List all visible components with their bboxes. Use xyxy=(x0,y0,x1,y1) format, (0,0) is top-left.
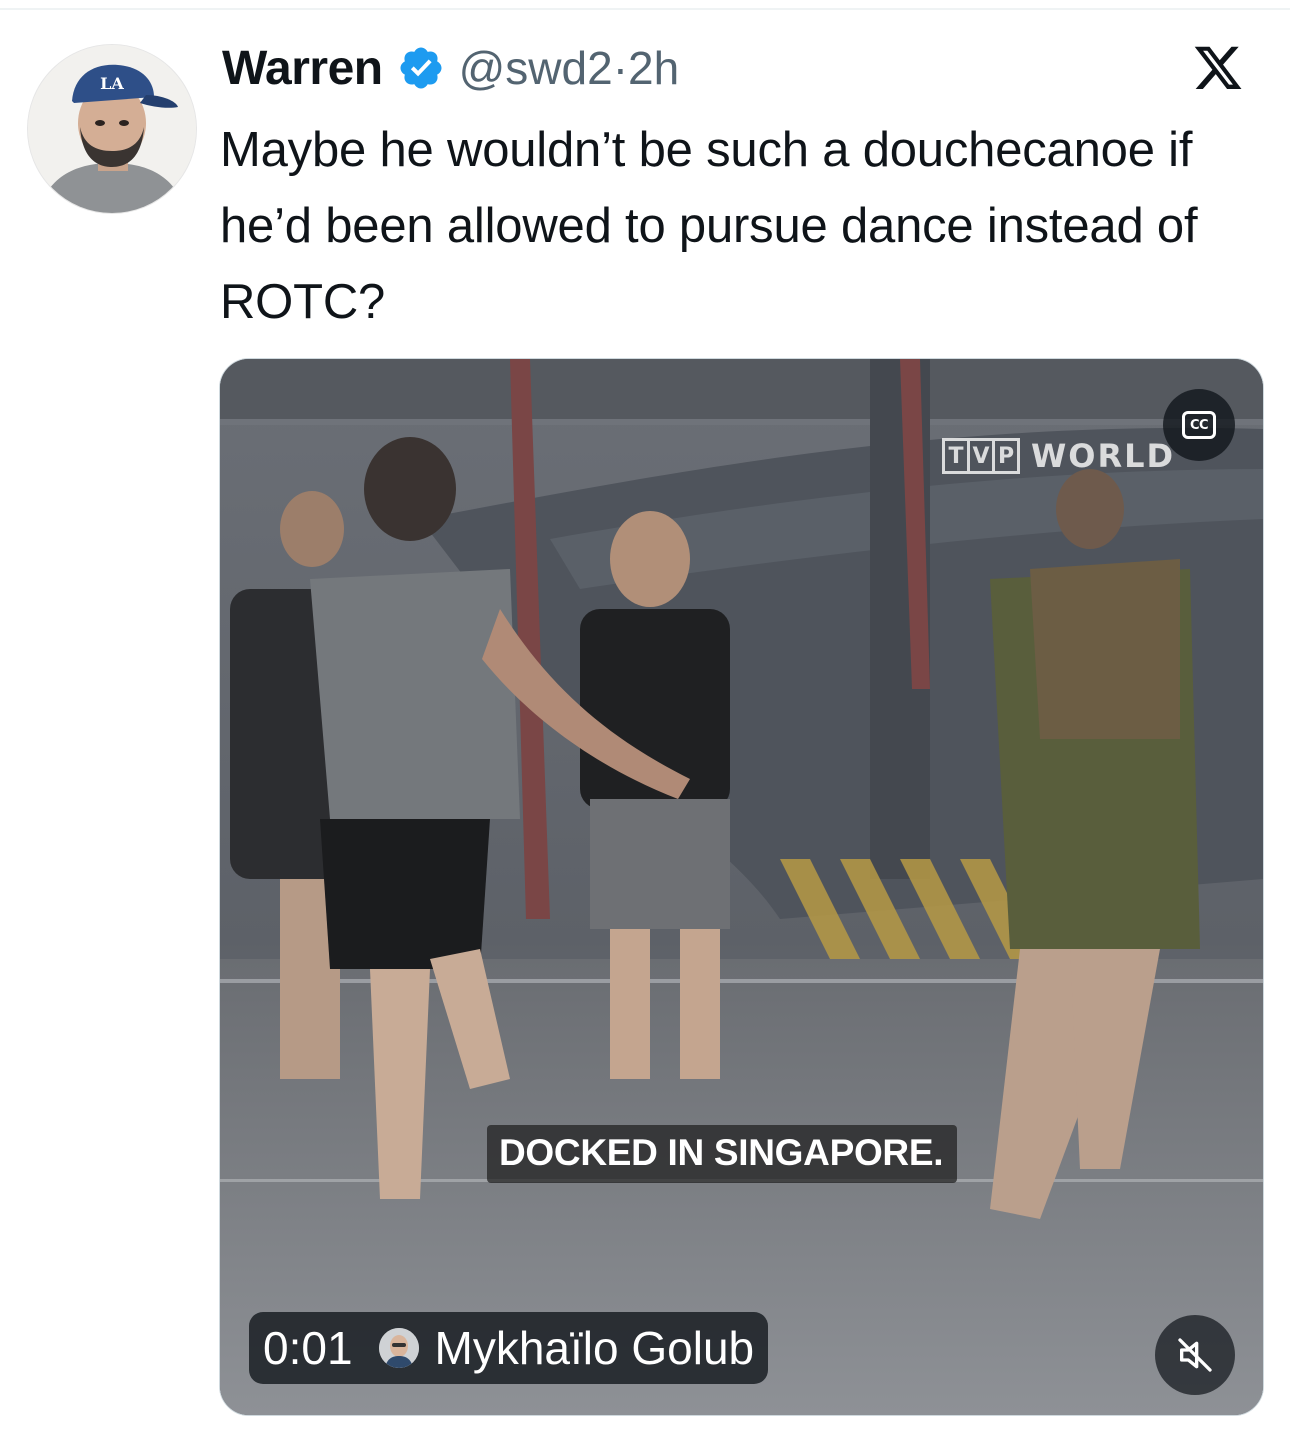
video-info-pill[interactable]: 0:01 Mykhaïlo Golub xyxy=(249,1312,769,1384)
watermark-letter: P xyxy=(992,438,1020,474)
mute-button[interactable] xyxy=(1155,1315,1235,1395)
x-logo-icon[interactable] xyxy=(1176,42,1260,98)
tvp-world-watermark: T V P WORLD xyxy=(942,437,1175,475)
watermark-letter: T xyxy=(942,438,970,474)
verified-badge-icon[interactable] xyxy=(397,44,445,92)
captions-icon: CC xyxy=(1182,411,1216,439)
watermark-word: WORLD xyxy=(1031,437,1176,475)
video-frame xyxy=(220,359,1263,1415)
tweet-header: Warren @swd2·2h xyxy=(222,36,679,100)
author-avatar-image: LA xyxy=(28,45,196,213)
tweet-time[interactable]: 2h xyxy=(628,42,679,94)
uploader-name: Mykhaïlo Golub xyxy=(434,1322,755,1374)
svg-text:LA: LA xyxy=(100,74,124,93)
captions-button[interactable]: CC xyxy=(1163,389,1235,461)
author-display-name[interactable]: Warren xyxy=(222,41,383,96)
video-timestamp: 0:01 xyxy=(263,1322,353,1374)
video-caption: DOCKED IN SINGAPORE. xyxy=(487,1125,958,1183)
uploader-avatar-image xyxy=(378,1328,419,1368)
tweet-text: Maybe he wouldn’t be such a douchecanoe … xyxy=(220,123,1198,329)
separator-dot: · xyxy=(612,42,629,94)
author-avatar[interactable]: LA xyxy=(27,44,197,214)
speaker-muted-icon xyxy=(1178,1338,1212,1372)
top-divider xyxy=(0,8,1290,10)
handle-and-time: @swd2·2h xyxy=(459,41,680,95)
uploader-avatar xyxy=(378,1328,419,1368)
author-handle[interactable]: @swd2 xyxy=(459,42,613,94)
video-player[interactable]: T V P WORLD CC DOCKED IN SINGAPORE. 0:01… xyxy=(219,358,1264,1416)
watermark-letter: V xyxy=(967,438,995,474)
